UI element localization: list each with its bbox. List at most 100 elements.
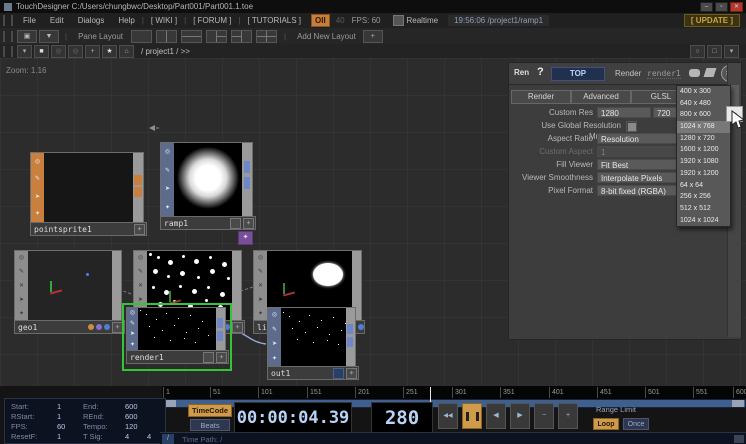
slash-icon[interactable]: / [162,434,174,444]
arrow-flag-icon[interactable]: ➤ [258,297,263,303]
resolution-option-hover[interactable]: 1024 x 768 [677,121,730,133]
mat-output-connector[interactable] [134,175,142,185]
layout-preset-quad[interactable] [256,30,277,43]
end-value[interactable]: 600 [125,402,138,411]
spark-flag-icon[interactable]: ✦ [165,205,170,211]
minimize-button[interactable]: – [700,2,713,12]
tsig-value-2[interactable]: 4 [147,432,151,441]
menu-wiki[interactable]: [ WIKI ] [144,16,184,25]
stop-square-icon[interactable]: ■ [34,45,49,58]
frame-ruler[interactable]: 1 51 101 151 201 251 301 351 401 451 501… [162,386,746,400]
viewer-flag-icon[interactable]: ◎ [35,159,40,165]
maximize-button[interactable]: ▫ [715,2,728,12]
pencil-icon[interactable]: ✎ [258,269,263,275]
toolbar-grip[interactable] [3,31,13,42]
resetf-value[interactable]: 1 [57,432,61,441]
history-back-icon[interactable]: ◎ [51,45,66,58]
viewer-flag-icon[interactable]: ◎ [130,310,135,316]
menu-help[interactable]: Help [111,16,141,25]
pickable-flag[interactable] [96,324,102,330]
add-layout-button[interactable]: + [363,30,383,43]
node-viewer[interactable] [281,308,346,366]
viewer-flag-icon[interactable]: ◎ [258,255,263,261]
bookmark-star-icon[interactable]: ★ [102,45,117,58]
frame-display[interactable]: 280 [371,402,433,435]
caret-down-icon[interactable]: ▼ [39,30,59,43]
menu-edit[interactable]: Edit [43,16,71,25]
history-forward-icon[interactable]: ◎ [68,45,83,58]
node-render1[interactable]: ◎ ✎ ➤ ✦ [126,307,226,351]
node-flag-column[interactable]: ◎ ✎ ➤ ✦ [127,308,138,350]
tab-advanced[interactable]: Advanced [571,90,631,104]
flag-button[interactable] [333,368,344,379]
arrow-flag-icon[interactable]: ➤ [35,194,40,200]
top-output-connector[interactable] [347,337,353,347]
flag-button[interactable] [230,218,241,229]
node-name-bar[interactable]: render1 + [126,350,229,364]
layout-preset-vsplit[interactable] [156,30,177,43]
node-name-bar[interactable]: geo1 + [14,320,125,334]
node-name-bar[interactable]: pointsprite1 + [30,222,147,236]
layout-preset-right-split[interactable] [231,30,252,43]
viewer-flag-icon[interactable]: ◎ [165,149,170,155]
custom-res-width-field[interactable]: 1280 [597,107,651,118]
pencil-icon[interactable]: ✎ [272,327,277,333]
perf-badge[interactable]: OII [311,14,330,27]
node-viewer[interactable] [174,143,242,217]
display-flag[interactable] [358,324,364,330]
palette-icon[interactable]: ✦ [238,231,253,245]
resolution-menu-button[interactable]: ▶ [726,106,743,122]
update-button[interactable]: [ UPDATE ] [684,14,740,27]
op-name-field[interactable]: render1 [647,69,681,79]
resolution-option[interactable]: 1280 x 720 [677,133,730,145]
node-flag-column[interactable]: ◎ ✎ ✕ ➤ ✦ [15,251,28,321]
monitor-icon[interactable]: ▣ [17,30,37,43]
arrow-flag-icon[interactable]: ➤ [130,331,135,337]
x-flag-icon[interactable]: ✕ [258,283,263,289]
range-end-handle[interactable] [732,400,744,407]
pane-circle-icon[interactable]: ○ [690,45,705,58]
toolbar-grip[interactable] [3,15,13,26]
expand-plus-button[interactable]: + [232,322,243,333]
close-button[interactable]: ✕ [730,2,743,12]
resolution-option[interactable]: 800 x 600 [677,109,730,121]
top-output-connector[interactable] [244,177,250,189]
render-flag[interactable] [88,324,94,330]
layout-preset-hsplit[interactable] [181,30,202,43]
add-icon[interactable]: + [85,45,100,58]
node-connector-strip[interactable] [216,308,225,350]
top-output-connector[interactable] [217,331,223,341]
resolution-option[interactable]: 64 x 64 [677,180,730,192]
layout-preset-single[interactable] [131,30,152,43]
start-value[interactable]: 1 [57,402,61,411]
spark-flag-icon[interactable]: ✦ [258,311,263,317]
resolution-option[interactable]: 1600 x 1200 [677,144,730,156]
pause-button[interactable] [462,403,482,429]
node-viewer[interactable] [138,308,216,350]
top-output-connector[interactable] [217,318,223,328]
loop-button[interactable]: Loop [593,418,619,430]
spark-flag-icon[interactable]: ✦ [272,356,277,362]
resolution-option[interactable]: 512 x 512 [677,203,730,215]
node-connector-strip[interactable] [242,143,252,217]
timecode-mode-button[interactable]: TimeCode [188,404,232,417]
viewer-flag-icon[interactable]: ◎ [138,255,143,261]
node-viewer[interactable] [28,251,112,321]
resolution-option[interactable]: 1024 x 1024 [677,215,730,227]
rend-value[interactable]: 600 [125,412,138,421]
pane-maximize-icon[interactable]: □ [707,45,722,58]
tsig-value-1[interactable]: 4 [125,432,129,441]
spark-flag-icon[interactable]: ✦ [130,342,135,348]
expand-plus-button[interactable]: + [134,224,145,235]
once-button[interactable]: Once [623,418,649,430]
step-minus-button[interactable]: − [534,403,554,429]
resolution-option[interactable]: 640 x 480 [677,98,730,110]
x-flag-icon[interactable]: ✕ [19,283,24,289]
play-forward-button[interactable]: ▶ [510,403,530,429]
fps-value[interactable]: 60 [57,422,65,431]
scrollbar-nub[interactable] [734,435,744,443]
expand-plus-button[interactable]: + [243,218,254,229]
menu-tutorials[interactable]: [ TUTORIALS ] [241,16,309,25]
x-flag-icon[interactable]: ✕ [138,283,143,289]
pane-collapse-icon[interactable]: ▾ [724,45,739,58]
